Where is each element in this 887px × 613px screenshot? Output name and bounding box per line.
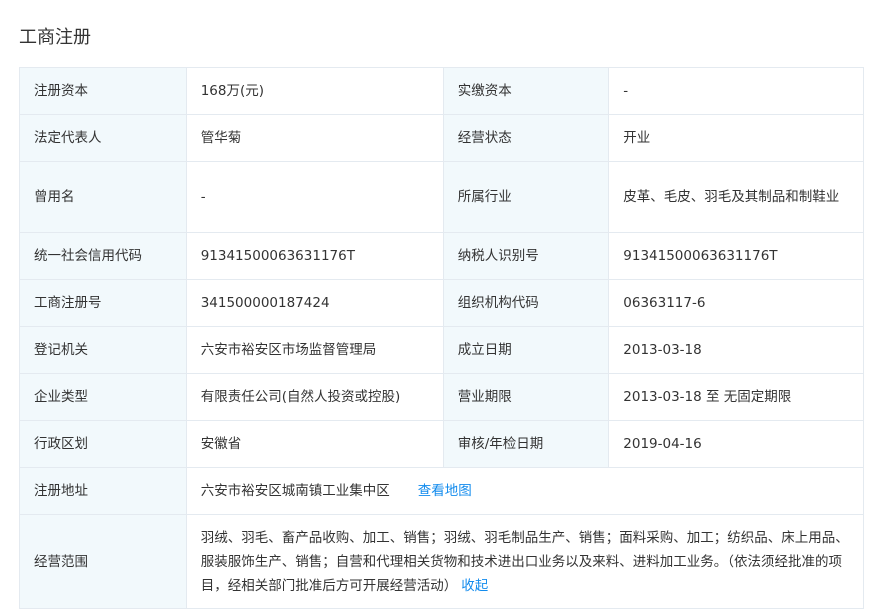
table-row: 工商注册号 341500000187424 组织机构代码 06363117-6 (19, 279, 864, 327)
credit-code-label: 统一社会信用代码 (19, 232, 187, 280)
credit-code-value: 91341500063631176T (185, 232, 444, 280)
table-row: 注册地址 六安市裕安区城南镇工业集中区 查看地图 (19, 467, 865, 515)
status-value: 开业 (608, 114, 864, 162)
legal-rep-value: 管华菊 (185, 114, 444, 162)
address-value: 六安市裕安区城南镇工业集中区 (200, 483, 390, 499)
table-row: 曾用名 - 所属行业 皮革、毛皮、羽毛及其制品和制鞋业 (19, 161, 864, 233)
industry-value: 皮革、毛皮、羽毛及其制品和制鞋业 (608, 161, 864, 233)
company-type-label: 企业类型 (19, 373, 187, 421)
reg-number-value: 341500000187424 (185, 279, 444, 327)
table-row: 登记机关 六安市裕安区市场监督管理局 成立日期 2013-03-18 (19, 326, 864, 374)
reg-authority-label: 登记机关 (19, 326, 187, 374)
admin-region-label: 行政区划 (19, 420, 187, 468)
table-row: 法定代表人 管华菊 经营状态 开业 (19, 114, 864, 162)
taxpayer-id-label: 纳税人识别号 (442, 232, 610, 280)
scope-value: 羽绒、羽毛、畜产品收购、加工、销售；羽绒、羽毛制品生产、销售；面料采购、加工；纺… (200, 529, 849, 594)
table-row: 经营范围 羽绒、羽毛、畜产品收购、加工、销售；羽绒、羽毛制品生产、销售；面料采购… (19, 514, 865, 609)
view-map-link[interactable]: 查看地图 (418, 483, 472, 499)
scope-cell: 羽绒、羽毛、畜产品收购、加工、销售；羽绒、羽毛制品生产、销售；面料采购、加工；纺… (185, 514, 865, 609)
paid-capital-value: - (608, 67, 864, 115)
review-date-value: 2019-04-16 (608, 420, 864, 468)
table-row: 注册资本 168万(元) 实缴资本 - (19, 67, 864, 115)
admin-region-value: 安徽省 (185, 420, 444, 468)
industry-label: 所属行业 (442, 161, 610, 233)
org-code-value: 06363117-6 (608, 279, 864, 327)
table-row: 行政区划 安徽省 审核/年检日期 2019-04-16 (19, 420, 864, 468)
company-type-value: 有限责任公司(自然人投资或控股) (185, 373, 444, 421)
reg-authority-value: 六安市裕安区市场监督管理局 (185, 326, 444, 374)
legal-rep-label: 法定代表人 (19, 114, 187, 162)
established-value: 2013-03-18 (608, 326, 864, 374)
status-label: 经营状态 (442, 114, 610, 162)
taxpayer-id-value: 91341500063631176T (608, 232, 864, 280)
registered-capital-value: 168万(元) (185, 67, 444, 115)
table-row: 统一社会信用代码 91341500063631176T 纳税人识别号 91341… (19, 232, 864, 280)
review-date-label: 审核/年检日期 (442, 420, 610, 468)
business-registration-table: 注册资本 168万(元) 实缴资本 - 法定代表人 管华菊 经营状态 开业 曾用… (19, 67, 865, 609)
org-code-label: 组织机构代码 (442, 279, 610, 327)
paid-capital-label: 实缴资本 (442, 67, 610, 115)
address-cell: 六安市裕安区城南镇工业集中区 查看地图 (185, 467, 865, 515)
former-name-label: 曾用名 (19, 161, 187, 233)
address-label: 注册地址 (19, 467, 187, 515)
scope-label: 经营范围 (19, 514, 187, 609)
business-term-value: 2013-03-18 至 无固定期限 (608, 373, 864, 421)
table-row: 企业类型 有限责任公司(自然人投资或控股) 营业期限 2013-03-18 至 … (19, 373, 864, 421)
reg-number-label: 工商注册号 (19, 279, 187, 327)
former-name-value: - (185, 161, 444, 233)
section-title: 工商注册 (19, 27, 91, 48)
registered-capital-label: 注册资本 (19, 67, 187, 115)
established-label: 成立日期 (442, 326, 610, 374)
business-term-label: 营业期限 (442, 373, 610, 421)
collapse-link[interactable]: 收起 (461, 578, 488, 594)
